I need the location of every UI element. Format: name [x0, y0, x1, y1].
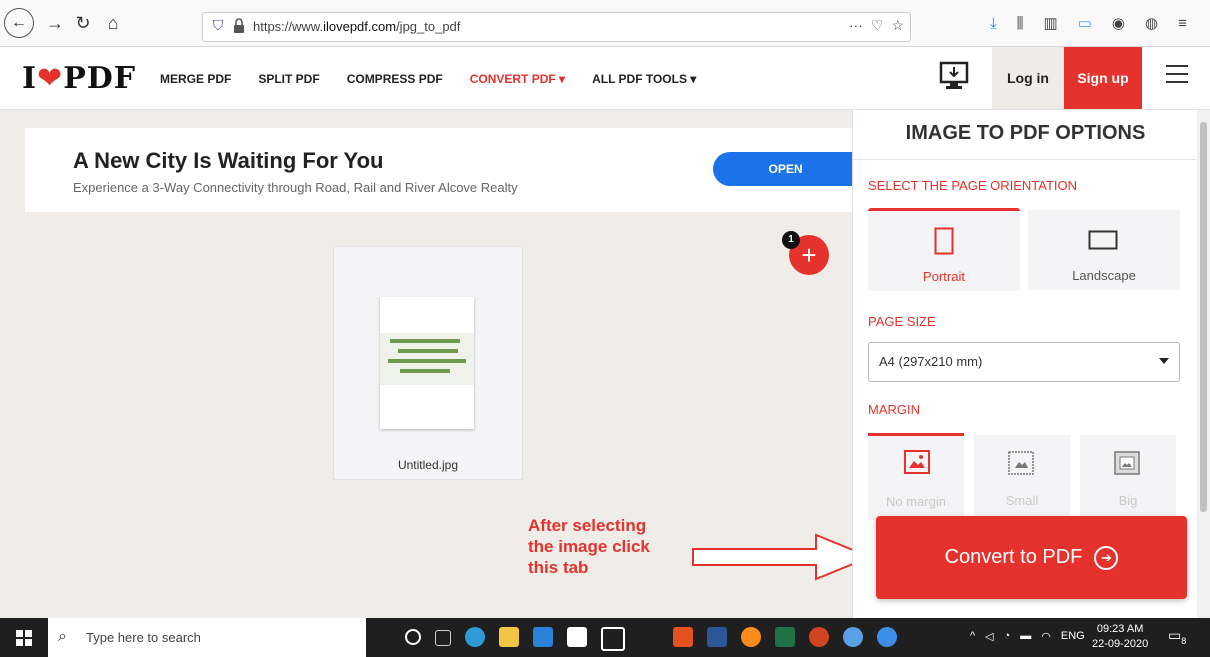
landscape-icon [1088, 230, 1118, 250]
ad-title: A New City Is Waiting For You [73, 148, 384, 173]
download-icon[interactable]: ⤓ [990, 15, 997, 32]
menu-all-pdf-tools[interactable]: ALL PDF TOOLS ▾ [592, 72, 696, 86]
dropbox-icon[interactable] [601, 627, 625, 651]
windows-logo-icon [16, 629, 32, 646]
reader-icon[interactable]: ▭ [1078, 14, 1092, 32]
orientation-landscape[interactable]: Landscape [1028, 210, 1180, 290]
tracking-shield-icon[interactable]: ⛉ [209, 17, 227, 35]
chevron-down-icon [1159, 358, 1169, 364]
file-name: Untitled.jpg [397, 458, 459, 472]
ilovepdf-logo[interactable]: I❤PDF [22, 61, 136, 96]
excel-icon[interactable] [775, 627, 795, 647]
desktop-app-icon[interactable] [938, 61, 970, 91]
signup-button[interactable]: Sign up [1064, 47, 1142, 109]
mail-icon[interactable] [533, 627, 553, 647]
file-count-badge: 1 [782, 231, 800, 249]
library-icon[interactable]: ⫼ [1017, 15, 1024, 32]
word-icon[interactable] [707, 627, 727, 647]
image-small-margin-icon [1008, 451, 1034, 475]
menu-split-pdf[interactable]: SPLIT PDF [258, 72, 319, 86]
forward-button[interactable]: → [42, 10, 68, 36]
taskbar-search[interactable]: ⌕ Type here to search [48, 618, 366, 657]
url-text: https://www.ilovepdf.com/jpg_to_pdf [253, 19, 461, 34]
help-icon[interactable] [877, 627, 897, 647]
margin-small[interactable]: Small [974, 435, 1070, 519]
task-view-icon[interactable] [435, 630, 451, 646]
system-tray: ^ ◁ ◔ ▬ ◠ ENG [970, 630, 1085, 643]
convert-to-pdf-button[interactable]: Convert to PDF ➔ [876, 516, 1187, 599]
bookmark-star-icon[interactable]: ☆ [891, 17, 904, 34]
menu-convert-pdf[interactable]: CONVERT PDF ▾ [470, 72, 565, 86]
globe-icon[interactable]: ◍ [1145, 14, 1158, 32]
arrow-right-circle-icon: ➔ [1094, 545, 1119, 570]
hamburger-menu-icon[interactable] [1166, 65, 1188, 85]
reload-icon[interactable]: ↻ [70, 10, 96, 36]
pocket-icon[interactable]: ♡ [871, 17, 884, 34]
orientation-portrait[interactable]: Portrait [868, 208, 1020, 291]
office-icon[interactable] [673, 627, 693, 647]
search-icon: ⌕ [58, 628, 67, 645]
app-icon[interactable] [639, 627, 659, 647]
menu-icon[interactable]: ≡ [1178, 15, 1187, 32]
annotation-arrow-icon [692, 533, 873, 581]
notifications-icon[interactable]: ▭8 [1168, 627, 1190, 647]
edge-icon[interactable] [465, 627, 485, 647]
page-actions-icon[interactable]: ··· [849, 17, 863, 34]
margin-big[interactable]: Big [1080, 435, 1176, 519]
account-icon[interactable]: ◉ [1112, 14, 1125, 32]
portrait-icon [934, 227, 954, 255]
windows-start-button[interactable] [0, 618, 48, 657]
file-card[interactable]: Untitled.jpg [333, 246, 523, 480]
powerpoint-icon[interactable] [809, 627, 829, 647]
site-header: I❤PDF MERGE PDF SPLIT PDF COMPRESS PDF C… [0, 47, 1210, 110]
address-bar[interactable]: ⛉ https://www.ilovepdf.com/jpg_to_pdf ··… [202, 12, 911, 42]
chevron-up-icon[interactable]: ^ [970, 630, 975, 643]
language-indicator[interactable]: ENG [1061, 630, 1085, 643]
firefox-icon[interactable] [741, 627, 761, 647]
sidebar-icon[interactable]: ▥ [1044, 14, 1058, 32]
windows-taskbar: ⌕ Type here to search ^ ◁ ◔ ▬ ◠ ENG 09:2… [0, 618, 1210, 657]
taskbar-clock[interactable]: 09:23 AM 22-09-2020 [1092, 622, 1148, 652]
page-size-select[interactable]: A4 (297x210 mm) [868, 342, 1180, 382]
main-menu: MERGE PDF SPLIT PDF COMPRESS PDF CONVERT… [160, 72, 696, 86]
image-big-margin-icon [1114, 451, 1140, 475]
browser-toolbar: ← → ↻ ⌂ ⛉ https://www.ilovepdf.com/jpg_t… [0, 0, 1210, 47]
orientation-label: SELECT THE PAGE ORIENTATION [868, 178, 1078, 193]
file-explorer-icon[interactable] [499, 627, 519, 647]
ad-open-button[interactable]: OPEN [713, 152, 858, 186]
panel-title: IMAGE TO PDF OPTIONS [905, 122, 1146, 144]
margin-label: MARGIN [868, 402, 920, 417]
wifi-icon[interactable]: ◠ [1041, 630, 1051, 643]
home-icon[interactable]: ⌂ [100, 10, 126, 36]
network-icon[interactable]: ◔ [1004, 630, 1011, 643]
login-button[interactable]: Log in [992, 47, 1064, 109]
ad-subtitle: Experience a 3-Way Connectivity through … [73, 180, 518, 195]
menu-merge-pdf[interactable]: MERGE PDF [160, 72, 231, 86]
battery-icon[interactable]: ▬ [1020, 630, 1031, 643]
heart-icon: ❤ [37, 61, 64, 96]
volume-icon[interactable]: ◁ [985, 630, 993, 643]
margin-none[interactable]: No margin [868, 433, 964, 520]
cortana-icon[interactable] [405, 629, 421, 645]
back-button[interactable]: ← [4, 8, 34, 38]
lock-icon [234, 18, 244, 33]
page-size-label: PAGE SIZE [868, 314, 936, 329]
image-no-margin-icon [904, 450, 930, 474]
panel-scrollbar[interactable] [1197, 110, 1210, 618]
file-thumbnail [380, 297, 474, 429]
paint-icon[interactable] [843, 627, 863, 647]
menu-compress-pdf[interactable]: COMPRESS PDF [347, 72, 443, 86]
amazon-icon[interactable] [567, 627, 587, 647]
instruction-annotation: After selecting the image click this tab [528, 516, 650, 577]
advertisement-banner[interactable]: A New City Is Waiting For You Experience… [25, 128, 858, 212]
